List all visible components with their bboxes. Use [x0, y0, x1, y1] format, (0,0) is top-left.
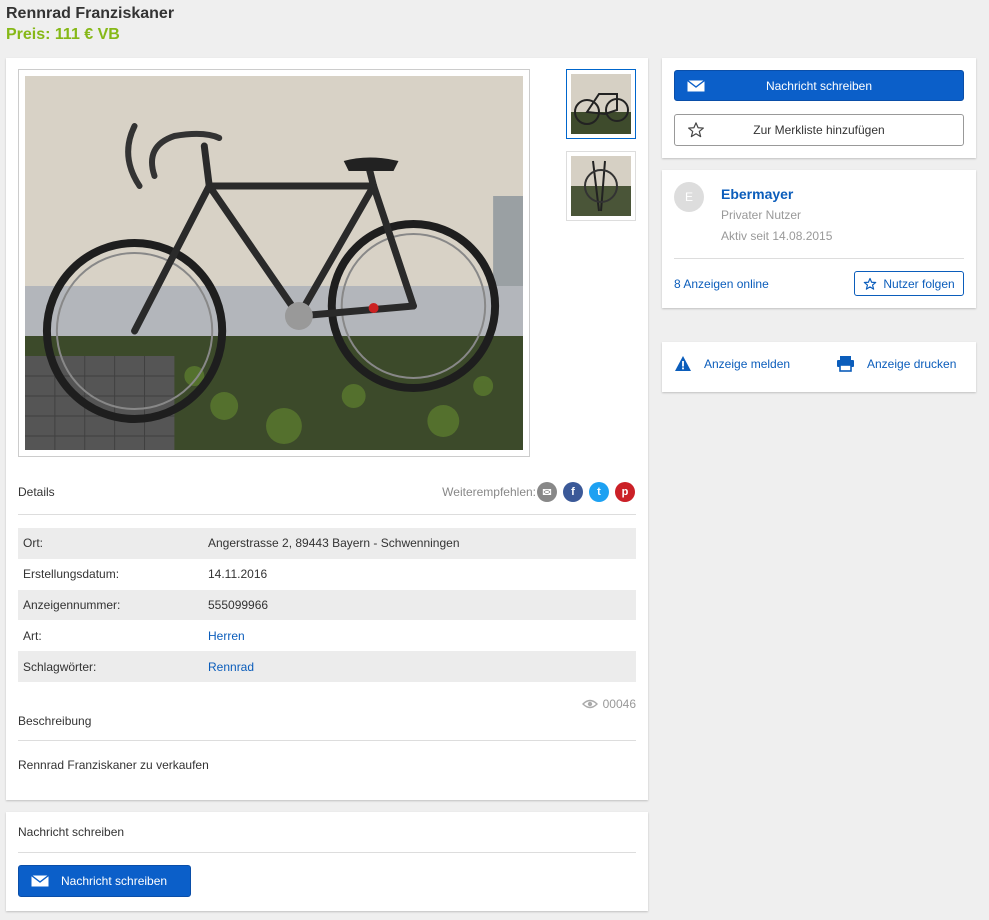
- eye-icon: [581, 699, 598, 709]
- watchlist-label: Zur Merkliste hinzufügen: [753, 123, 885, 137]
- thumbnail-image-1: [571, 74, 631, 134]
- row-key: Schlagwörter:: [23, 659, 97, 674]
- tag-link[interactable]: Rennrad: [208, 660, 254, 674]
- warning-icon: [675, 356, 691, 371]
- details-row-location: Ort: Angerstrasse 2, 89443 Bayern - Schw…: [18, 528, 636, 559]
- main-photo[interactable]: [18, 69, 530, 457]
- divider: [674, 258, 964, 259]
- star-icon: [688, 122, 704, 138]
- listing-title: Rennrad Franziskaner: [6, 5, 175, 22]
- send-message-button-bottom[interactable]: Nachricht schreiben: [18, 865, 191, 897]
- view-count: 00046: [602, 697, 636, 711]
- thumbnail-image-2: [571, 156, 631, 216]
- pinterest-icon: p: [621, 486, 629, 498]
- actions-card: Nachricht schreiben Zur Merkliste hinzuf…: [662, 58, 976, 158]
- twitter-icon: t: [597, 486, 601, 498]
- description-text: Rennrad Franziskaner zu verkaufen: [18, 758, 209, 772]
- envelope-icon: [31, 875, 49, 887]
- send-message-label: Nachricht schreiben: [61, 874, 168, 888]
- seller-active-since: Aktiv seit 14.08.2015: [721, 229, 833, 243]
- share-twitter-button[interactable]: t: [589, 482, 609, 502]
- share-facebook-button[interactable]: f: [563, 482, 583, 502]
- row-key: Ort:: [23, 536, 43, 551]
- divider: [18, 740, 636, 741]
- seller-card: E Ebermayer Privater Nutzer Aktiv seit 1…: [662, 170, 976, 308]
- description-heading: Beschreibung: [18, 714, 92, 728]
- thumbnail-1[interactable]: [566, 69, 636, 139]
- message-card: Nachricht schreiben Nachricht schreiben: [6, 812, 648, 911]
- report-ad-label: Anzeige melden: [704, 356, 791, 371]
- message-heading: Nachricht schreiben: [18, 825, 125, 839]
- row-key: Anzeigennummer:: [23, 597, 121, 612]
- facebook-icon: f: [571, 486, 575, 498]
- share-pinterest-button[interactable]: p: [615, 482, 635, 502]
- report-ad-link[interactable]: Anzeige melden: [674, 355, 790, 372]
- send-message-button[interactable]: Nachricht schreiben: [674, 70, 964, 101]
- details-heading: Details: [18, 485, 55, 499]
- row-value: 555099966: [208, 597, 269, 612]
- follow-user-button[interactable]: Nutzer folgen: [854, 271, 964, 296]
- bicycle-photo: [25, 76, 523, 450]
- star-icon: [864, 277, 877, 290]
- follow-label: Nutzer folgen: [883, 276, 955, 291]
- listing-price: Preis: 111 € VB: [6, 26, 120, 43]
- seller-name[interactable]: Ebermayer: [721, 186, 793, 202]
- details-row-date: Erstellungsdatum: 14.11.2016: [18, 559, 636, 590]
- divider: [18, 852, 636, 853]
- print-ad-label: Anzeige drucken: [867, 356, 957, 371]
- printer-icon: [837, 356, 854, 372]
- share-email-button[interactable]: ✉: [537, 482, 557, 502]
- listing-main-card: Details Weiterempfehlen: ✉ f t p Ort: An…: [6, 58, 648, 800]
- row-key: Art:: [23, 628, 42, 643]
- row-value: Angerstrasse 2, 89443 Bayern - Schwennin…: [208, 536, 460, 551]
- email-icon: ✉: [542, 486, 552, 499]
- type-link[interactable]: Herren: [208, 629, 245, 643]
- envelope-icon: [687, 80, 705, 92]
- details-table: Ort: Angerstrasse 2, 89443 Bayern - Schw…: [18, 528, 636, 682]
- share-label: Weiterempfehlen:: [442, 485, 536, 499]
- avatar: E: [674, 182, 704, 212]
- row-key: Erstellungsdatum:: [23, 567, 120, 582]
- send-message-label: Nachricht schreiben: [765, 78, 873, 93]
- divider: [18, 514, 636, 515]
- print-ad-link[interactable]: Anzeige drucken: [836, 355, 956, 372]
- seller-ads-link[interactable]: 8 Anzeigen online: [674, 277, 769, 291]
- thumbnail-2[interactable]: [566, 151, 636, 221]
- details-row-ad-number: Anzeigennummer: 555099966: [18, 589, 636, 621]
- row-value: 14.11.2016: [208, 567, 268, 582]
- details-row-type: Art: Herren: [18, 620, 636, 651]
- add-to-watchlist-button[interactable]: Zur Merkliste hinzufügen: [674, 114, 964, 146]
- view-counter: 00046: [581, 697, 636, 711]
- seller-type: Privater Nutzer: [721, 208, 802, 222]
- tools-card: Anzeige melden Anzeige drucken: [662, 342, 976, 392]
- details-row-tags: Schlagwörter: Rennrad: [18, 651, 636, 682]
